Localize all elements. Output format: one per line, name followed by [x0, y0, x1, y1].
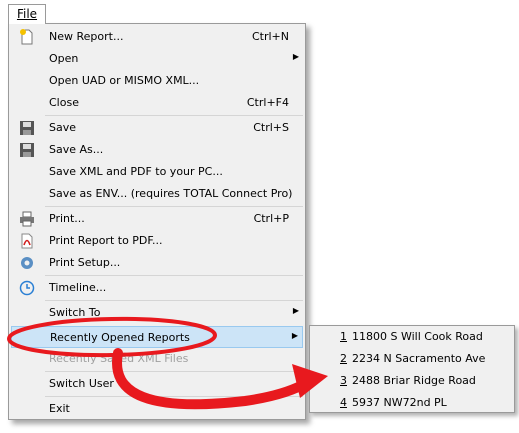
menu-separator — [45, 300, 303, 301]
menu-item-shortcut: Ctrl+S — [253, 121, 289, 134]
recent-report-item[interactable]: 4 5937 NW72nd PL — [310, 392, 514, 414]
menu-item-label: Switch User — [49, 377, 114, 390]
submenu-arrow-icon: ▶ — [291, 331, 298, 340]
menu-item-close[interactable]: Close Ctrl+F4 — [9, 92, 305, 114]
file-menu-label: File — [16, 7, 38, 21]
file-dropdown-menu: New Report... Ctrl+N Open ▶ Open UAD or … — [8, 23, 306, 420]
menu-item-label: Print Report to PDF... — [49, 234, 163, 247]
printer-icon — [20, 211, 34, 227]
recent-report-address: 11800 S Will Cook Road — [352, 330, 483, 343]
recent-report-address: 2234 N Sacramento Ave — [352, 352, 486, 365]
menu-item-save-xml-pdf[interactable]: Save XML and PDF to your PC... — [9, 161, 305, 183]
menu-item-label: Open — [49, 52, 79, 65]
recent-report-item[interactable]: 2 2234 N Sacramento Ave — [310, 348, 514, 370]
menu-item-label: Exit — [49, 402, 70, 415]
menu-item-label: Recently Opened Reports — [50, 331, 190, 344]
clock-icon — [19, 280, 35, 296]
new-report-icon — [20, 29, 33, 45]
submenu-arrow-icon: ▶ — [292, 52, 299, 61]
submenu-arrow-icon: ▶ — [292, 306, 299, 315]
menu-item-label: Open UAD or MISMO XML... — [49, 74, 200, 87]
recent-report-number: 2 — [340, 352, 347, 365]
file-menu-button[interactable]: File — [8, 4, 46, 24]
menu-separator — [45, 275, 303, 276]
menu-item-switch-to[interactable]: Switch To ▶ — [9, 302, 305, 324]
menu-separator — [45, 396, 303, 397]
menu-item-new-report[interactable]: New Report... Ctrl+N — [9, 26, 305, 48]
menu-item-label: Save As... — [49, 143, 104, 156]
recent-report-address: 5937 NW72nd PL — [352, 396, 447, 409]
menu-item-label: Switch To — [49, 306, 101, 319]
menu-item-label: Recently Saved XML Files — [49, 352, 189, 365]
menu-item-label: Print... — [49, 212, 85, 225]
recent-report-item[interactable]: 3 2488 Briar Ridge Road — [310, 370, 514, 392]
pdf-icon — [21, 233, 33, 249]
recent-report-number: 1 — [340, 330, 347, 343]
menu-item-shortcut: Ctrl+N — [251, 30, 289, 43]
recent-reports-submenu: 1 11800 S Will Cook Road 2 2234 N Sacram… — [309, 325, 515, 413]
recent-report-number: 3 — [340, 374, 347, 387]
menu-item-save[interactable]: Save Ctrl+S — [9, 117, 305, 139]
menu-item-switch-user[interactable]: Switch User — [9, 373, 305, 395]
gear-icon — [21, 257, 33, 269]
menu-item-shortcut: Ctrl+F4 — [246, 96, 289, 109]
menu-separator — [45, 371, 303, 372]
menu-item-print-setup[interactable]: Print Setup... — [9, 252, 305, 274]
menu-item-print-to-pdf[interactable]: Print Report to PDF... — [9, 230, 305, 252]
menu-item-save-as[interactable]: Save As... — [9, 139, 305, 161]
menu-item-open[interactable]: Open ▶ — [9, 48, 305, 70]
menu-item-label: New Report... — [49, 30, 124, 43]
recent-report-address: 2488 Briar Ridge Road — [352, 374, 476, 387]
menu-item-label: Save XML and PDF to your PC... — [49, 165, 223, 178]
menu-item-open-uad-xml[interactable]: Open UAD or MISMO XML... — [9, 70, 305, 92]
menu-item-save-as-env[interactable]: Save as ENV... (requires TOTAL Connect P… — [9, 183, 305, 205]
menu-item-exit[interactable]: Exit — [9, 398, 305, 420]
menu-item-print[interactable]: Print... Ctrl+P — [9, 208, 305, 230]
menu-item-label: Close — [49, 96, 79, 109]
floppy-disk-icon — [20, 143, 34, 157]
menu-item-label: Save — [49, 121, 77, 134]
menu-separator — [45, 206, 303, 207]
menu-item-recently-opened-reports[interactable]: Recently Opened Reports ▶ — [11, 326, 303, 348]
menu-item-shortcut: Ctrl+P — [253, 212, 289, 225]
menu-item-label: Print Setup... — [49, 256, 121, 269]
menu-item-recently-saved-xml[interactable]: Recently Saved XML Files — [9, 348, 305, 370]
floppy-disk-icon — [20, 121, 34, 135]
recent-report-item[interactable]: 1 11800 S Will Cook Road — [310, 326, 514, 348]
menu-separator — [45, 115, 303, 116]
menu-item-label: Timeline... — [49, 281, 107, 294]
menu-item-label: Save as ENV... (requires TOTAL Connect P… — [49, 187, 293, 200]
recent-report-number: 4 — [340, 396, 347, 409]
menu-item-timeline[interactable]: Timeline... — [9, 277, 305, 299]
